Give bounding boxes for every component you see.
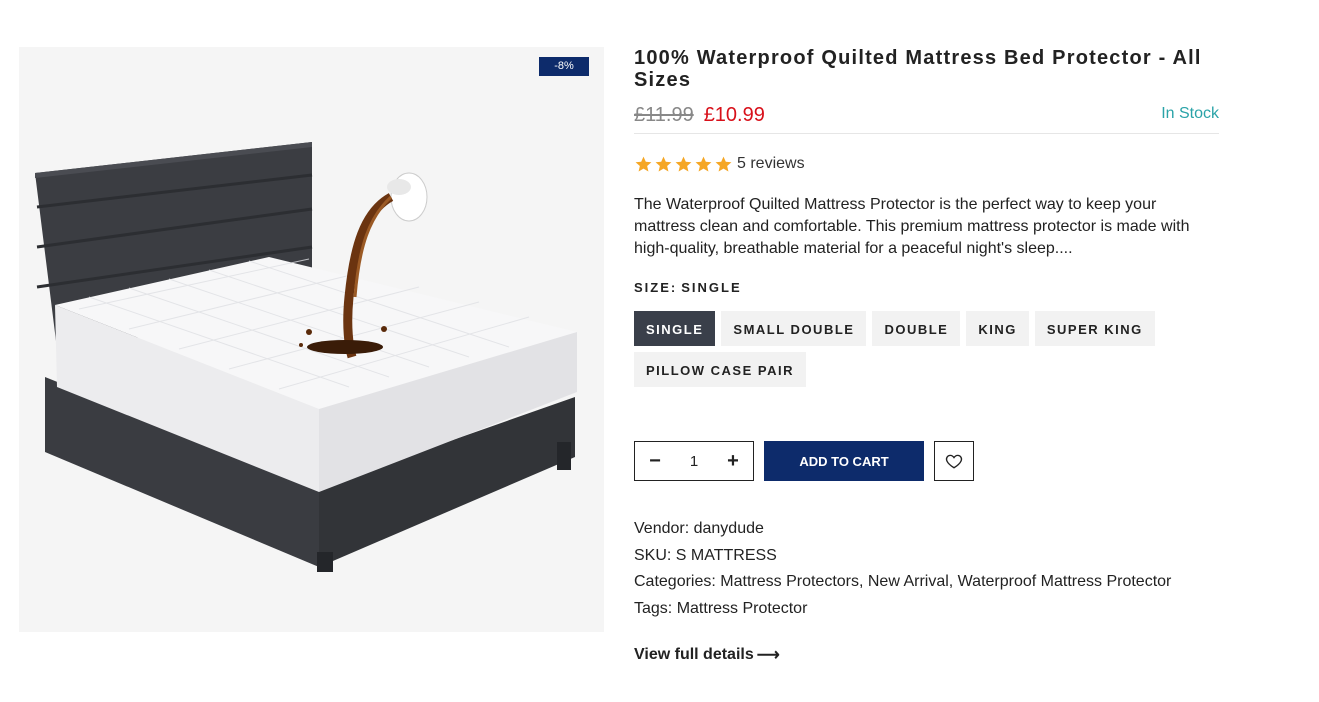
rating[interactable]: 5 reviews (634, 152, 1219, 176)
size-label-text: SIZE: (634, 280, 678, 295)
product-image[interactable] (19, 47, 604, 632)
vendor-link[interactable]: danydude (694, 520, 764, 537)
star-icon (655, 156, 672, 172)
category-link[interactable]: Waterproof Mattress Protector (958, 573, 1172, 590)
size-option-double[interactable]: DOUBLE (872, 311, 961, 346)
star-icon (695, 156, 712, 172)
category-link[interactable]: Mattress Protectors (720, 573, 859, 590)
heart-icon (945, 454, 963, 469)
size-selected-value: SINGLE (681, 280, 742, 295)
categories-row: Categories: Mattress Protectors, New Arr… (634, 573, 1172, 590)
size-option-single[interactable]: SINGLE (634, 311, 716, 346)
star-icon (635, 156, 652, 172)
star-icon (675, 156, 692, 172)
quantity-increase-button[interactable]: + (713, 442, 753, 480)
price-row: £11.99 £10.99 In Stock (634, 97, 1219, 134)
wishlist-button[interactable] (934, 441, 974, 481)
view-full-details-link[interactable]: View full details ⟶ (634, 645, 780, 665)
bed-illustration (35, 142, 577, 572)
star-icon (715, 156, 732, 172)
size-option-king[interactable]: KING (966, 311, 1029, 346)
categories-label: Categories: (634, 573, 716, 590)
sale-price: £10.99 (703, 103, 765, 126)
tags-row: Tags: Mattress Protector (634, 596, 1219, 623)
view-full-details-text: View full details (634, 646, 754, 663)
discount-badge: -8% (539, 57, 589, 76)
vendor-row: Vendor: danydude (634, 516, 1219, 543)
quantity-stepper: − 1 + (634, 441, 754, 481)
vendor-label: Vendor: (634, 520, 690, 537)
quantity-input[interactable]: 1 (690, 453, 698, 470)
size-option-small-double[interactable]: SMALL DOUBLE (721, 311, 867, 346)
size-option-super-king[interactable]: SUPER KING (1034, 311, 1155, 346)
tags-label: Tags: (634, 599, 673, 617)
sku-label: SKU: (634, 546, 672, 564)
product-title: 100% Waterproof Quilted Mattress Bed Pro… (634, 47, 1202, 91)
stock-status: In Stock (1161, 105, 1219, 122)
category-link[interactable]: New Arrival (868, 573, 949, 590)
arrow-right-icon: ⟶ (756, 647, 780, 664)
size-swatches: SINGLE SMALL DOUBLE DOUBLE KING SUPER KI… (634, 311, 1219, 387)
sku-value: S MATTRESS (675, 546, 777, 564)
size-option-pillow-case-pair[interactable]: PILLOW CASE PAIR (634, 352, 806, 387)
size-option-label: SIZE: SINGLE (634, 280, 1219, 298)
product-description: The Waterproof Quilted Mattress Protecto… (634, 196, 1190, 257)
star-rating (634, 155, 733, 174)
tag-link[interactable]: Mattress Protector (677, 600, 808, 617)
product-meta: Vendor: danydude SKU: S MATTRESS Categor… (634, 516, 1219, 622)
compare-at-price: £11.99 (634, 103, 694, 126)
add-to-cart-button[interactable]: ADD TO CART (764, 441, 924, 481)
sku-row: SKU: S MATTRESS (634, 543, 1219, 570)
reviews-count[interactable]: 5 reviews (737, 155, 805, 173)
buy-row: − 1 + ADD TO CART (634, 441, 1219, 481)
product-info: 100% Waterproof Quilted Mattress Bed Pro… (634, 47, 1219, 665)
quantity-decrease-button[interactable]: − (635, 442, 675, 480)
